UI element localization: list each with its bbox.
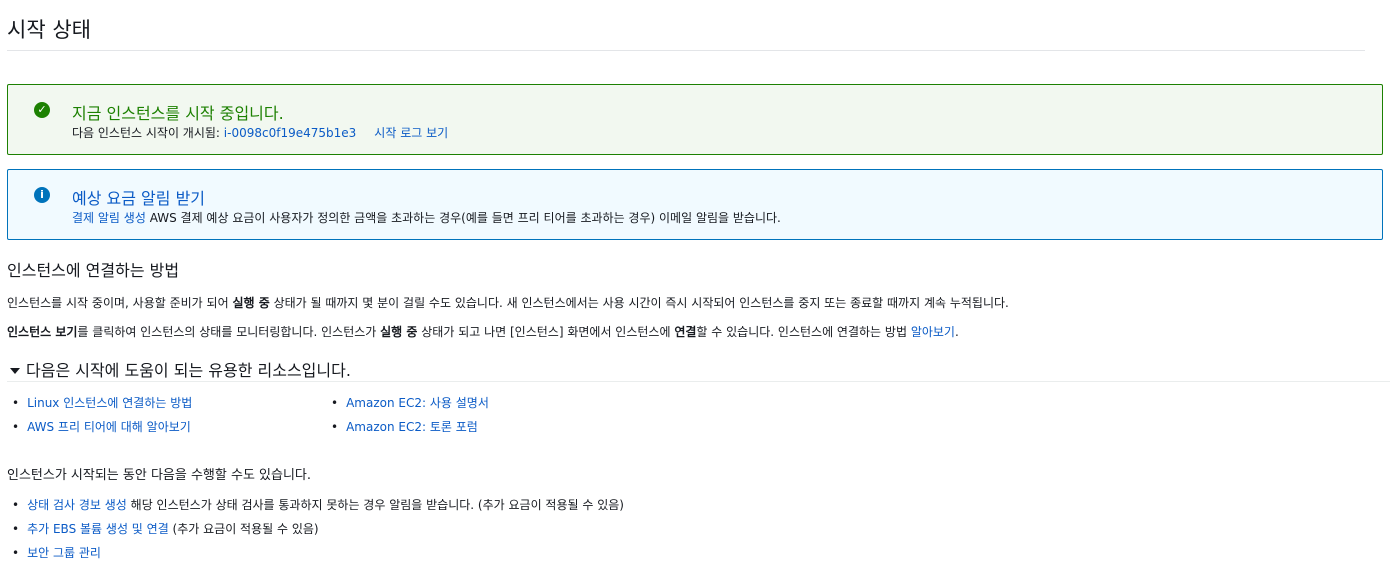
success-alert-title: 지금 인스턴스를 시작 중입니다. xyxy=(72,104,284,123)
p2-text-f: 할 수 있습니다. 인스턴스에 연결하는 방법 xyxy=(696,325,911,339)
task-text: (추가 요금이 적용될 수 있음) xyxy=(168,522,319,536)
instance-id-link[interactable]: i-0098c0f19e475b1e3 xyxy=(224,126,357,140)
success-alert-body: 다음 인스턴스 시작이 개시됨: i-0098c0f19e475b1e3 시작 로… xyxy=(72,124,448,141)
connect-paragraph-1: 인스턴스를 시작 중이며, 사용할 준비가 되어 실행 중 상태가 될 때까지 … xyxy=(7,294,1009,311)
success-alert-text: 다음 인스턴스 시작이 개시됨: xyxy=(72,126,224,140)
connect-heading: 인스턴스에 연결하는 방법 xyxy=(7,261,180,280)
task-text: 해당 인스턴스가 상태 검사를 통과하지 못하는 경우 알림을 받습니다. (추… xyxy=(126,498,624,512)
ec2-user-guide-link[interactable]: Amazon EC2: 사용 설명서 xyxy=(346,396,489,410)
p2-connect-bold: 연결 xyxy=(674,325,697,339)
list-item: 상태 검사 경보 생성 해당 인스턴스가 상태 검사를 통과하지 못하는 경우 … xyxy=(7,493,624,517)
resources-list-right: Amazon EC2: 사용 설명서 Amazon EC2: 토론 포럼 xyxy=(326,391,489,439)
p1-running-bold: 실행 중 xyxy=(232,296,270,310)
p2-text-d: 상태가 되고 나면 [인스턴스] 화면에서 인스턴스에 xyxy=(417,325,675,339)
resources-expander[interactable]: 다음은 시작에 도움이 되는 유용한 리소스입니다. xyxy=(7,357,351,381)
list-item: 보안 그룹 관리 xyxy=(7,541,624,565)
check-circle-icon: ✓ xyxy=(34,102,50,118)
info-alert-text: AWS 결제 예상 요금이 사용자가 정의한 금액을 초과하는 경우(예를 들면… xyxy=(145,211,781,225)
resources-divider xyxy=(7,381,1390,382)
tasks-intro: 인스턴스가 시작되는 동안 다음을 수행할 수도 있습니다. xyxy=(7,468,312,483)
list-item: AWS 프리 티어에 대해 알아보기 xyxy=(7,415,192,439)
free-tier-link[interactable]: AWS 프리 티어에 대해 알아보기 xyxy=(27,420,191,434)
security-groups-link[interactable]: 보안 그룹 관리 xyxy=(27,546,101,560)
list-item: Linux 인스턴스에 연결하는 방법 xyxy=(7,391,192,415)
tasks-list: 상태 검사 경보 생성 해당 인스턴스가 상태 검사를 통과하지 못하는 경우 … xyxy=(7,493,624,565)
list-item: 추가 EBS 볼륨 생성 및 연결 (추가 요금이 적용될 수 있음) xyxy=(7,517,624,541)
info-icon: i xyxy=(34,187,50,203)
info-alert-title: 예상 요금 알림 받기 xyxy=(72,189,206,208)
learn-more-link[interactable]: 알아보기 xyxy=(911,325,955,339)
p2-end: . xyxy=(954,325,959,339)
page-title: 시작 상태 xyxy=(7,18,91,42)
launch-success-alert: ✓ 지금 인스턴스를 시작 중입니다. 다음 인스턴스 시작이 개시됨: i-0… xyxy=(7,84,1383,155)
list-item: Amazon EC2: 토론 포럼 xyxy=(326,415,489,439)
p2-running-bold: 실행 중 xyxy=(380,325,418,339)
resources-list-left: Linux 인스턴스에 연결하는 방법 AWS 프리 티어에 대해 알아보기 xyxy=(7,391,192,439)
p2-text-b: 를 클릭하여 인스턴스의 상태를 모니터링합니다. 인스턴스가 xyxy=(77,325,381,339)
list-item: Amazon EC2: 사용 설명서 xyxy=(326,391,489,415)
caret-down-icon xyxy=(10,368,20,374)
linux-connect-link[interactable]: Linux 인스턴스에 연결하는 방법 xyxy=(27,396,192,410)
view-launch-log-link[interactable]: 시작 로그 보기 xyxy=(374,126,448,140)
ebs-volume-link[interactable]: 추가 EBS 볼륨 생성 및 연결 xyxy=(27,522,169,536)
ec2-forum-link[interactable]: Amazon EC2: 토론 포럼 xyxy=(346,420,478,434)
resources-heading: 다음은 시작에 도움이 되는 유용한 리소스입니다. xyxy=(26,361,351,380)
billing-info-alert: i 예상 요금 알림 받기 결제 알림 생성 AWS 결제 예상 요금이 사용자… xyxy=(7,169,1383,240)
connect-paragraph-2: 인스턴스 보기를 클릭하여 인스턴스의 상태를 모니터링합니다. 인스턴스가 실… xyxy=(7,323,959,340)
p1-text-a: 인스턴스를 시작 중이며, 사용할 준비가 되어 xyxy=(7,296,233,310)
p2-view-instances-bold: 인스턴스 보기 xyxy=(7,325,78,339)
status-check-alarm-link[interactable]: 상태 검사 경보 생성 xyxy=(27,498,127,512)
p1-text-c: 상태가 될 때까지 몇 분이 걸릴 수도 있습니다. 새 인스턴스에서는 사용 … xyxy=(269,296,1009,310)
title-divider xyxy=(7,50,1365,51)
info-alert-body: 결제 알림 생성 AWS 결제 예상 요금이 사용자가 정의한 금액을 초과하는… xyxy=(72,209,781,226)
create-billing-alert-link[interactable]: 결제 알림 생성 xyxy=(72,211,146,225)
